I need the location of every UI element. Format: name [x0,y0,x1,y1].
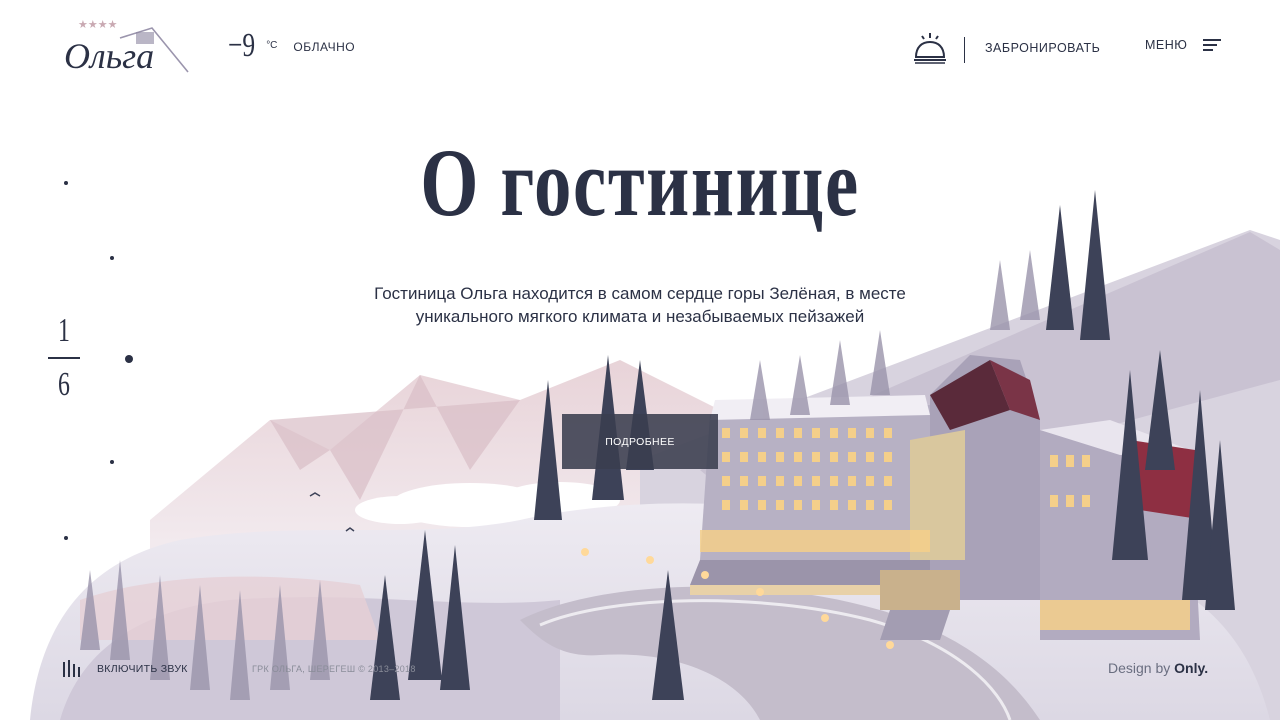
pager-dot-4[interactable] [110,460,114,464]
pager-dot-2[interactable] [110,256,114,260]
reception-bell-icon[interactable] [912,30,948,66]
hotel-illustration [30,190,1280,720]
hero-description: Гостиница Ольга находится в самом сердце… [374,284,906,326]
weather-condition: ОБЛАЧНО [293,40,356,54]
design-brand: Only. [1174,660,1209,676]
menu-label: МЕНЮ [1145,38,1188,52]
booking-link[interactable]: ЗАБРОНИРОВАТЬ [985,41,1100,55]
weather-temperature: −9 [228,27,256,64]
header-divider [964,37,965,63]
sound-label: ВКЛЮЧИТЬ ЗВУК [97,662,188,675]
pager-total: 6 [58,366,70,403]
pager-current: 1 [58,312,70,349]
sound-bars-icon [63,660,83,677]
copyright-text: ГРК ОЛЬГА, ШЕРЕГЕШ © 2013–2018 [252,664,416,674]
pager-divider [48,357,80,359]
weather-unit: °С [266,40,278,51]
weather-widget: −9 °С ОБЛАЧНО [228,27,356,64]
logo-stars: ★★★★ [78,18,118,31]
pager-dot-5[interactable] [64,536,68,540]
hamburger-icon [1203,38,1222,52]
menu-button[interactable]: МЕНЮ [1145,38,1222,52]
logo-text: Ольга [64,36,154,76]
sound-toggle[interactable]: ВКЛЮЧИТЬ ЗВУК [63,660,188,677]
pager-dot-active[interactable] [125,355,133,363]
page-title: О гостинице [420,129,860,236]
design-prefix: Design by [1108,660,1171,676]
more-button[interactable]: ПОДРОБНЕЕ [562,414,718,469]
hotel-logo[interactable]: ★★★★ Ольга [60,16,192,76]
pager-dot-1[interactable] [64,181,68,185]
design-credit-link[interactable]: Design by Only. [1108,660,1208,676]
